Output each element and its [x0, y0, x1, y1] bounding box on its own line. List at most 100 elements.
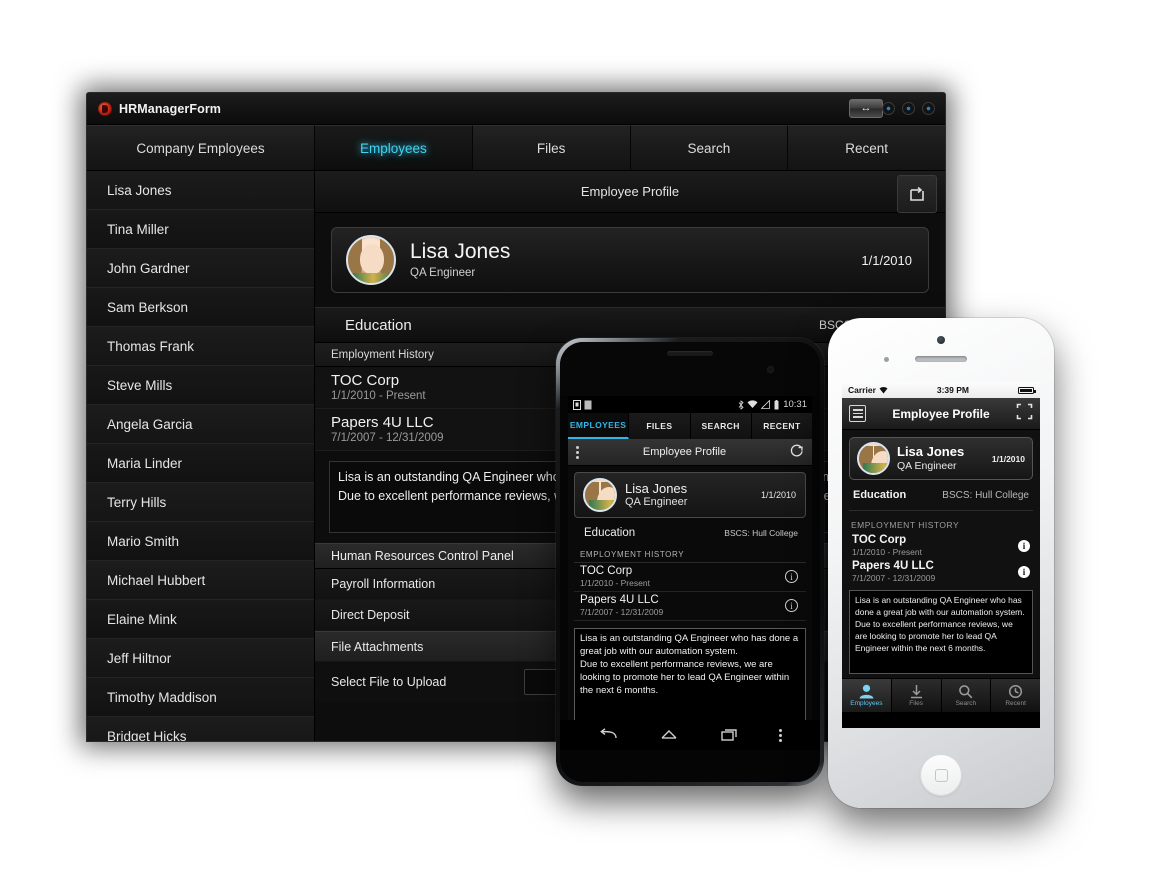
profile-role: QA Engineer	[625, 496, 688, 509]
list-item[interactable]: Papers 4U LLC 7/1/2007 - 12/31/2009 i	[849, 559, 1033, 585]
list-item[interactable]: Papers 4U LLC 7/1/2007 - 12/31/2009 i	[574, 592, 806, 622]
tab-recent[interactable]: Recent	[788, 125, 945, 170]
job-dates: 1/1/2010 - Present	[580, 578, 650, 589]
list-item[interactable]: TOC Corp 1/1/2010 - Present i	[849, 533, 1033, 559]
refresh-icon[interactable]	[790, 444, 804, 461]
profile-card[interactable]: Lisa Jones QA Engineer 1/1/2010	[574, 472, 806, 518]
list-item[interactable]: Mario Smith	[87, 522, 314, 561]
overflow-menu-icon[interactable]	[576, 445, 579, 459]
back-icon[interactable]	[598, 728, 618, 742]
tab-label: Files	[909, 700, 923, 707]
page-title: Employee Profile	[580, 184, 680, 199]
education-value: BSCS: Hull College	[942, 489, 1029, 501]
tab-strip: Company Employees Employees Files Search…	[87, 125, 945, 171]
tab-company-employees[interactable]: Company Employees	[87, 125, 315, 170]
profile-name-block: Lisa Jones QA Engineer	[410, 241, 510, 279]
list-item[interactable]: Tina Miller	[87, 210, 314, 249]
list-item[interactable]: TOC Corp 1/1/2010 - Present i	[574, 563, 806, 593]
tab-search[interactable]: Search	[942, 679, 992, 712]
job-text: TOC Corp 1/1/2010 - Present	[580, 565, 650, 588]
list-menu-icon[interactable]	[849, 405, 866, 422]
notes-textarea[interactable]: Lisa is an outstanding QA Engineer who h…	[849, 590, 1033, 675]
signal-icon	[761, 400, 771, 409]
maximize-button[interactable]	[902, 102, 915, 115]
info-icon[interactable]: i	[785, 570, 798, 584]
close-button[interactable]	[922, 102, 935, 115]
front-camera-icon	[767, 366, 774, 373]
page-title: Employee Profile	[642, 446, 727, 458]
tab-employees[interactable]: Employees	[315, 125, 473, 170]
expand-fullscreen-icon[interactable]	[1016, 403, 1033, 425]
tab-recent[interactable]: RECENT	[752, 413, 812, 439]
menu-icon[interactable]	[778, 728, 782, 742]
tab-employees[interactable]: EMPLOYEES	[568, 413, 630, 439]
profile-card[interactable]: Lisa Jones QA Engineer 1/1/2010	[331, 227, 929, 293]
notes-textarea[interactable]: Lisa is an outstanding QA Engineer who h…	[574, 628, 806, 720]
info-icon[interactable]: i	[1018, 539, 1030, 552]
list-item[interactable]: Timothy Maddison	[87, 678, 314, 717]
list-item[interactable]: Bridget Hicks	[87, 717, 314, 741]
job-dates: 7/1/2007 - 12/31/2009	[580, 607, 664, 618]
android-tab-strip: EMPLOYEES FILES SEARCH RECENT	[568, 413, 812, 439]
battery-icon	[1017, 386, 1036, 394]
avatar	[346, 235, 396, 285]
download-icon	[910, 685, 922, 699]
job-text: TOC Corp 1/1/2010 - Present	[852, 534, 922, 557]
status-time: 3:39 PM	[936, 385, 969, 395]
profile-card[interactable]: Lisa Jones QA Engineer 1/1/2010	[849, 437, 1033, 480]
android-content: Lisa Jones QA Engineer 1/1/2010 Educatio…	[568, 466, 812, 720]
iphone-screen: Carrier 3:39 PM Employee Profile Lisa Jo…	[842, 382, 1040, 728]
list-item[interactable]: Sam Berkson	[87, 288, 314, 327]
window-title: HRManagerForm	[119, 101, 222, 116]
ios-content: Lisa Jones QA Engineer 1/1/2010 Educatio…	[842, 430, 1040, 678]
android-status-bar: 10:31	[568, 396, 812, 413]
profile-date: 1/1/2010	[861, 252, 912, 268]
info-icon[interactable]: i	[1018, 565, 1030, 578]
android-action-bar: Employee Profile	[568, 439, 812, 466]
list-item[interactable]: Terry Hills	[87, 483, 314, 522]
tab-files[interactable]: Files	[472, 125, 631, 170]
wifi-icon	[747, 400, 758, 408]
list-item[interactable]: John Gardner	[87, 249, 314, 288]
list-item[interactable]: Lisa Jones	[87, 171, 314, 210]
info-icon[interactable]: i	[785, 599, 798, 613]
resize-horizontal-icon[interactable]: ↔	[849, 99, 883, 118]
tab-search[interactable]: SEARCH	[691, 413, 752, 439]
list-item[interactable]: Elaine Mink	[87, 600, 314, 639]
list-item[interactable]: Angela Garcia	[87, 405, 314, 444]
tab-recent[interactable]: Recent	[991, 679, 1040, 712]
expand-fullscreen-icon[interactable]	[897, 175, 937, 213]
sim-icon	[573, 399, 581, 410]
education-row: Education BSCS: Hull College	[849, 480, 1033, 511]
list-item[interactable]: Jeff Hiltnor	[87, 639, 314, 678]
home-button[interactable]	[920, 754, 962, 796]
job-text: Papers 4U LLC 7/1/2007 - 12/31/2009	[580, 594, 663, 617]
front-camera-icon	[937, 336, 945, 344]
person-icon	[859, 684, 874, 699]
education-row: Education BSCS: Hull College	[574, 518, 806, 548]
list-item[interactable]: Michael Hubbert	[87, 561, 314, 600]
list-item[interactable]: Thomas Frank	[87, 327, 314, 366]
education-value: BSCS: Hull College	[724, 528, 798, 538]
education-label: Education	[584, 527, 636, 539]
android-body: 10:31 EMPLOYEES FILES SEARCH RECENT Empl…	[560, 342, 820, 782]
list-item[interactable]: Steve Mills	[87, 366, 314, 405]
tab-search[interactable]: Search	[630, 125, 789, 170]
recents-icon[interactable]	[720, 728, 738, 742]
earpiece-speaker-icon	[915, 356, 967, 362]
ios-nav-bar: Employee Profile	[842, 398, 1040, 430]
home-icon[interactable]	[659, 728, 679, 742]
tab-files[interactable]: FILES	[629, 413, 691, 439]
status-right-icons: 10:31	[738, 399, 807, 410]
list-item[interactable]: Maria Linder	[87, 444, 314, 483]
education-label: Education	[345, 316, 412, 334]
profile-role: QA Engineer	[410, 266, 476, 279]
education-label: Education	[853, 489, 907, 501]
sd-card-icon	[584, 400, 592, 409]
tab-employees[interactable]: Employees	[842, 679, 892, 712]
job-company: Papers 4U LLC	[580, 594, 659, 607]
minimize-button[interactable]	[882, 102, 895, 115]
employee-list[interactable]: Lisa Jones Tina Miller John Gardner Sam …	[87, 171, 315, 741]
tab-files[interactable]: Files	[892, 679, 942, 712]
carrier-label: Carrier	[848, 385, 876, 395]
